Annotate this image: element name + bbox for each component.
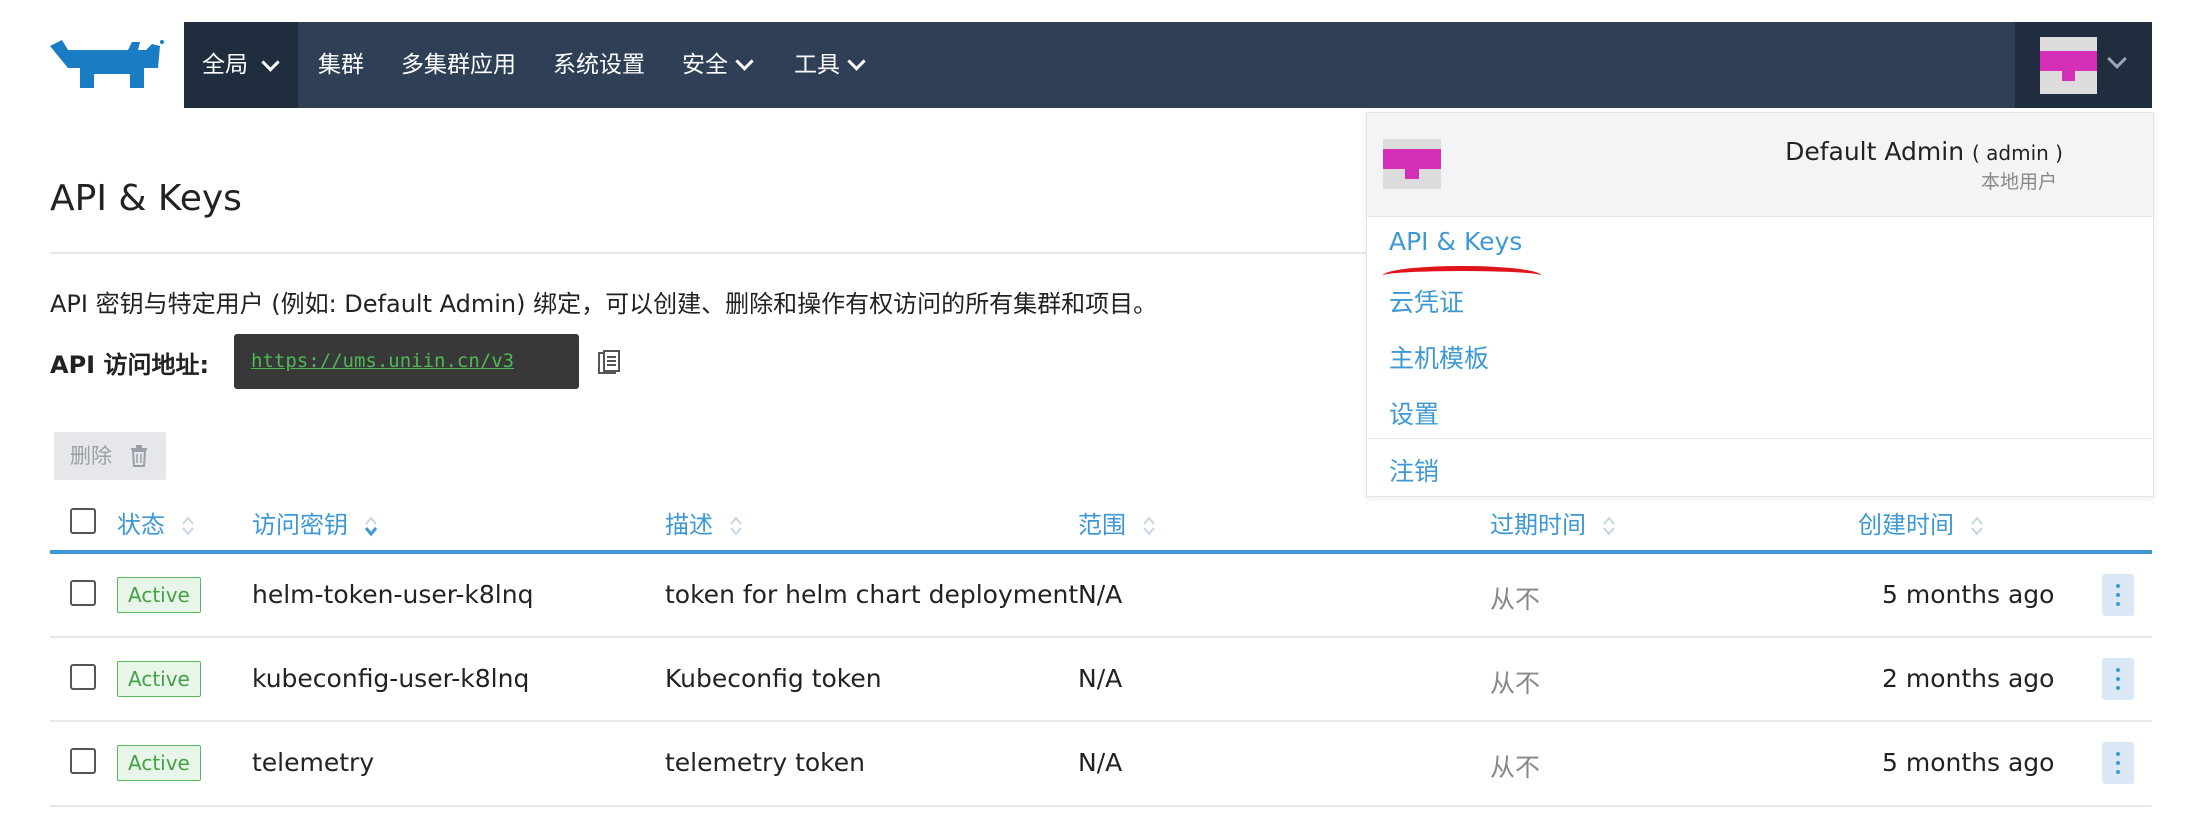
user-type-label: 本地用户 — [1980, 171, 2057, 193]
row-divider — [50, 720, 2152, 722]
api-endpoint-box: https://ums.uniin.cn/v3 — [234, 334, 579, 389]
column-expires-label: 过期时间 — [1490, 511, 1586, 539]
menu-item-node-templates[interactable]: 主机模板 — [1389, 339, 1489, 375]
column-header-scope[interactable]: 范围 — [1078, 505, 1156, 540]
user-display-name: Default Admin ( admin ) — [1785, 137, 2063, 166]
sort-icon — [181, 516, 194, 536]
row-checkbox[interactable] — [70, 748, 96, 774]
column-description-label: 描述 — [665, 511, 713, 539]
row-actions-kebab-icon[interactable] — [2102, 658, 2134, 700]
row-actions-kebab-icon[interactable] — [2102, 574, 2134, 616]
expires-cell: 从不 — [1490, 753, 1541, 782]
column-header-status[interactable]: 状态 — [117, 505, 195, 540]
column-header-created[interactable]: 创建时间 — [1858, 505, 1984, 540]
nav-item-tools[interactable]: 工具 — [794, 22, 866, 108]
access-key-cell: telemetry — [252, 748, 375, 777]
description-cell: token for helm chart deployment — [665, 580, 1079, 609]
menu-divider — [1367, 438, 2153, 439]
user-avatar — [1383, 139, 1441, 189]
user-avatar[interactable] — [2040, 37, 2097, 94]
nav-global-label: 全局 — [202, 52, 248, 78]
trash-icon — [131, 445, 147, 467]
column-key-label: 访问密钥 — [252, 511, 348, 539]
created-cell: 5 months ago — [1882, 580, 2055, 609]
column-header-description[interactable]: 描述 — [665, 505, 743, 540]
nav-security-label: 安全 — [682, 52, 728, 78]
column-status-label: 状态 — [117, 511, 165, 539]
select-all-checkbox[interactable] — [70, 508, 96, 534]
title-divider — [50, 252, 1370, 254]
user-username: ( admin ) — [1972, 141, 2063, 165]
column-header-expires[interactable]: 过期时间 — [1490, 505, 1616, 540]
access-key-cell: helm-token-user-k8lnq — [252, 580, 534, 609]
delete-button[interactable]: 删除 — [54, 432, 166, 480]
column-scope-label: 范围 — [1078, 511, 1126, 539]
menu-item-api-keys[interactable]: API & Keys — [1389, 227, 1522, 256]
nav-global-menu[interactable]: 全局 — [184, 22, 298, 108]
user-menu-header: Default Admin ( admin ) 本地用户 — [1367, 113, 2153, 217]
access-key-cell: kubeconfig-user-k8lnq — [252, 664, 530, 693]
sort-icon — [364, 516, 377, 537]
status-badge: Active — [117, 577, 201, 613]
status-badge: Active — [117, 745, 201, 781]
nav-item-system-settings[interactable]: 系统设置 — [553, 22, 645, 108]
created-cell: 5 months ago — [1882, 748, 2055, 777]
page-description: API 密钥与特定用户 (例如: Default Admin) 绑定，可以创建、… — [50, 290, 1158, 318]
rancher-logo-icon[interactable] — [48, 38, 166, 94]
created-cell: 2 months ago — [1882, 664, 2055, 693]
nav-tools-label: 工具 — [794, 52, 840, 78]
chevron-down-icon — [735, 52, 754, 71]
column-header-access-key[interactable]: 访问密钥 — [252, 505, 378, 540]
column-created-label: 创建时间 — [1858, 511, 1954, 539]
sort-icon — [1602, 516, 1615, 536]
user-dropdown-menu: Default Admin ( admin ) 本地用户 API & Keys … — [1366, 112, 2154, 497]
sort-icon — [729, 516, 742, 536]
user-name: Default Admin — [1785, 137, 1965, 166]
row-actions-kebab-icon[interactable] — [2102, 742, 2134, 784]
scope-cell: N/A — [1078, 748, 1123, 777]
nav-item-clusters[interactable]: 集群 — [318, 22, 364, 108]
api-endpoint-link[interactable]: https://ums.uniin.cn/v3 — [251, 350, 514, 372]
clipboard-icon[interactable] — [597, 350, 621, 376]
menu-item-settings[interactable]: 设置 — [1389, 395, 1439, 431]
sort-icon — [1142, 516, 1155, 536]
chevron-down-icon — [847, 52, 866, 71]
row-divider — [50, 636, 2152, 638]
chevron-down-icon — [261, 53, 280, 72]
menu-item-cloud-credentials[interactable]: 云凭证 — [1389, 283, 1464, 319]
table-header-divider — [50, 550, 2152, 554]
row-checkbox[interactable] — [70, 664, 96, 690]
expires-cell: 从不 — [1490, 669, 1541, 698]
description-cell: Kubeconfig token — [665, 664, 882, 693]
page-title: API & Keys — [50, 178, 242, 219]
menu-item-logout[interactable]: 注销 — [1389, 452, 1439, 488]
expires-cell: 从不 — [1490, 585, 1541, 614]
row-checkbox[interactable] — [70, 580, 96, 606]
scope-cell: N/A — [1078, 580, 1123, 609]
api-endpoint-label: API 访问地址: — [50, 351, 210, 379]
delete-button-label: 删除 — [70, 444, 112, 468]
description-cell: telemetry token — [665, 748, 865, 777]
nav-item-security[interactable]: 安全 — [682, 22, 754, 108]
row-divider — [50, 805, 2152, 807]
nav-item-multi-cluster-apps[interactable]: 多集群应用 — [401, 22, 516, 108]
status-badge: Active — [117, 661, 201, 697]
sort-icon — [1970, 516, 1983, 536]
scope-cell: N/A — [1078, 664, 1123, 693]
